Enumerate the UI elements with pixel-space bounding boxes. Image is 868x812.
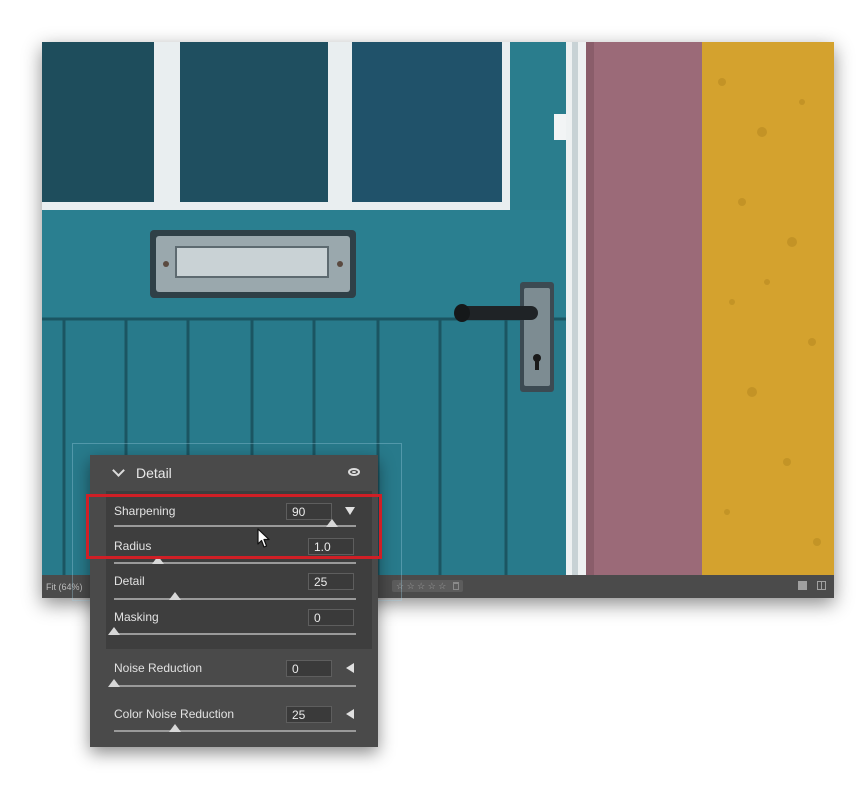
- masking-label: Masking: [114, 610, 159, 624]
- color-noise-reduction-value[interactable]: 25: [286, 706, 332, 723]
- detail-slider-track[interactable]: [114, 598, 356, 600]
- trash-icon[interactable]: [453, 582, 460, 590]
- color-noise-reduction-flyout-icon[interactable]: [346, 709, 354, 719]
- view-single-icon[interactable]: [798, 581, 807, 590]
- masking-slider-track[interactable]: [114, 633, 356, 635]
- rating-stars[interactable]: ☆ ☆ ☆ ☆ ☆: [396, 581, 446, 592]
- noise-reduction-value[interactable]: 0: [286, 660, 332, 677]
- masking-slider-thumb[interactable]: [108, 627, 120, 635]
- noise-reduction-slider-thumb[interactable]: [108, 679, 120, 687]
- detail-slider-thumb[interactable]: [168, 592, 181, 600]
- eye-icon[interactable]: [348, 468, 360, 476]
- sharpening-highlight-box: [86, 494, 382, 559]
- before-after-icon[interactable]: [817, 581, 826, 590]
- detail-label: Detail: [114, 574, 145, 588]
- radius-slider-track[interactable]: [114, 562, 356, 564]
- chevron-down-icon[interactable]: [112, 464, 125, 477]
- noise-reduction-slider-track[interactable]: [114, 685, 356, 687]
- mouse-pointer-icon: [257, 528, 270, 548]
- color-noise-reduction-label: Color Noise Reduction: [114, 707, 235, 721]
- detail-value[interactable]: 25: [308, 573, 354, 590]
- panel-header[interactable]: Detail: [90, 455, 378, 489]
- masking-value[interactable]: 0: [308, 609, 354, 626]
- panel-title: Detail: [136, 465, 172, 481]
- star-rating[interactable]: ☆ ☆ ☆ ☆ ☆: [392, 580, 464, 592]
- color-noise-reduction-slider-track[interactable]: [114, 730, 356, 732]
- noise-reduction-label: Noise Reduction: [114, 661, 203, 675]
- color-noise-reduction-slider-thumb[interactable]: [168, 724, 181, 732]
- noise-reduction-flyout-icon[interactable]: [346, 663, 354, 673]
